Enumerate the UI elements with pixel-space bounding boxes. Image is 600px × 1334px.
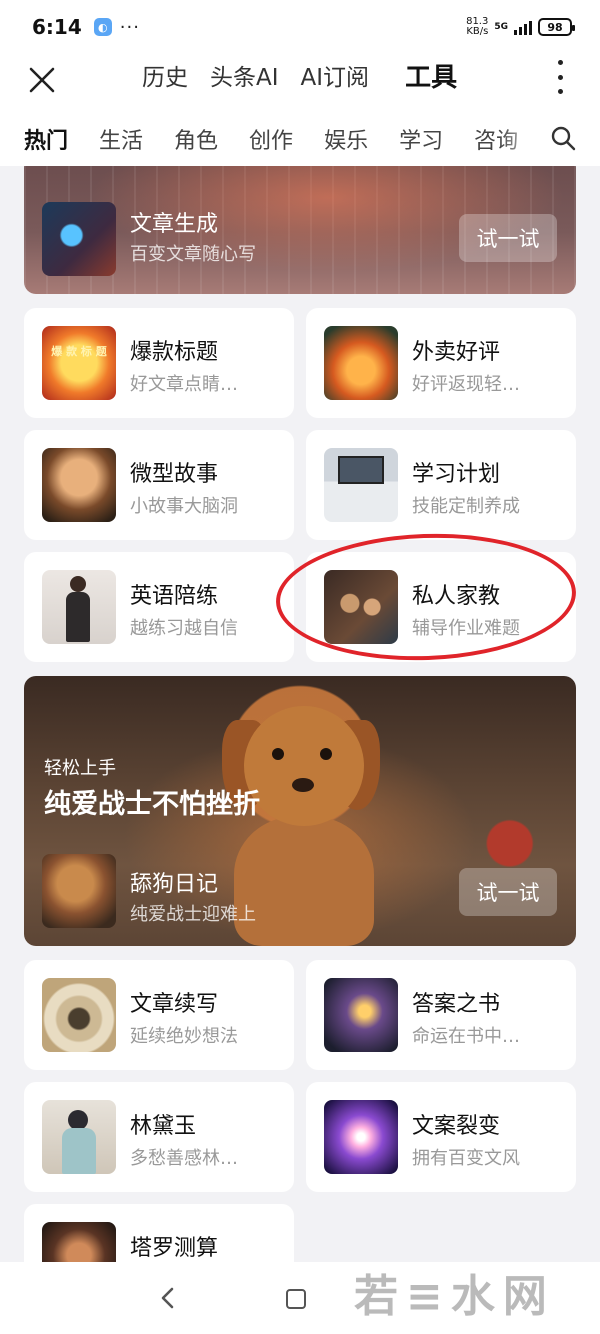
- battery-icon: 98: [538, 18, 575, 36]
- simp-diary-thumb: [42, 854, 116, 928]
- more-options-icon[interactable]: [556, 60, 564, 94]
- tool-card-copy-variation[interactable]: 文案裂变 拥有百变文风: [306, 1082, 576, 1192]
- watermark: 若≡水网: [354, 1271, 555, 1322]
- card-subtitle: 技能定制养成: [412, 496, 520, 517]
- banner-headline: 纯爱战士不怕挫折: [44, 789, 260, 820]
- banner-eyebrow: 轻松上手: [44, 758, 116, 779]
- close-icon[interactable]: [28, 66, 56, 94]
- card-title: 塔罗测算: [130, 1236, 219, 1261]
- status-time: 6:14: [32, 15, 82, 39]
- app-notification-icon: ◐: [93, 18, 112, 36]
- article-continue-thumb: [42, 978, 116, 1052]
- status-bar: 6:14 ◐ ··· 81.3 KB/s 5G 98: [0, 0, 600, 54]
- tool-card-micro-story[interactable]: 微型故事 小故事大脑洞: [24, 430, 294, 540]
- home-icon[interactable]: [286, 1289, 306, 1309]
- card-title: 微型故事: [130, 462, 219, 487]
- book-of-answers-thumb: [324, 978, 398, 1052]
- category-hot[interactable]: 热门: [24, 123, 68, 155]
- tarot-thumb: [42, 1222, 116, 1262]
- search-icon[interactable]: [550, 125, 576, 151]
- viral-title-thumb: 爆 款 标 题: [42, 326, 116, 400]
- category-entertainment[interactable]: 娱乐: [324, 123, 368, 155]
- category-study[interactable]: 学习: [399, 123, 443, 155]
- takeout-review-thumb: [324, 326, 398, 400]
- card-title: 外卖好评: [412, 340, 501, 365]
- tab-toutiao-ai[interactable]: 头条AI: [210, 60, 279, 96]
- tool-card-lin-daiyu[interactable]: 林黛玉 多愁善感林…: [24, 1082, 294, 1192]
- card-subtitle: 命运在书中…: [412, 1026, 520, 1047]
- net-speed: 81.3 KB/s: [466, 16, 489, 37]
- card-title: 英语陪练: [130, 584, 219, 609]
- try-button[interactable]: 试一试: [459, 214, 557, 262]
- card-title: 答案之书: [412, 992, 501, 1017]
- banner-title: 文章生成: [130, 212, 219, 237]
- tab-history[interactable]: 历史: [142, 60, 188, 96]
- card-subtitle: 好评返现轻…: [412, 374, 520, 395]
- dog-illustration: [244, 706, 364, 826]
- banner-title: 舔狗日记: [130, 872, 219, 897]
- copy-variation-thumb: [324, 1100, 398, 1174]
- banner-simp-diary[interactable]: 轻松上手 纯爱战士不怕挫折 舔狗日记 纯爱战士迎难上 试一试: [24, 676, 576, 946]
- lin-daiyu-thumb: [42, 1100, 116, 1174]
- tab-tools[interactable]: 工具: [405, 60, 457, 96]
- tool-card-book-of-answers[interactable]: 答案之书 命运在书中…: [306, 960, 576, 1070]
- category-role[interactable]: 角色: [174, 123, 218, 155]
- study-plan-thumb: [324, 448, 398, 522]
- tab-ai-subscribe[interactable]: AI订阅: [301, 60, 370, 96]
- back-icon[interactable]: [156, 1286, 180, 1310]
- try-button[interactable]: 试一试: [459, 868, 557, 916]
- banner-subtitle: 纯爱战士迎难上: [130, 904, 256, 925]
- card-title: 爆款标题: [130, 340, 219, 365]
- category-life[interactable]: 生活: [99, 123, 143, 155]
- card-title: 文章续写: [130, 992, 219, 1017]
- banner-subtitle: 百变文章随心写: [130, 244, 256, 265]
- network-type: 5G: [494, 21, 508, 32]
- card-subtitle: 拥有百变文风: [412, 1148, 520, 1169]
- category-create[interactable]: 创作: [249, 123, 293, 155]
- top-tabs: 历史 头条AI AI订阅 工具: [142, 60, 479, 96]
- card-title: 林黛玉: [130, 1114, 197, 1139]
- tools-content: 文章生成 百变文章随心写 试一试 爆 款 标 题 爆款标题 好文章点睛… 外卖好…: [0, 166, 600, 1262]
- category-bar: 热门 生活 角色 创作 娱乐 学习 咨询: [0, 112, 600, 166]
- banner-article-generate[interactable]: 文章生成 百变文章随心写 试一试: [24, 166, 576, 294]
- card-subtitle: 越练习越自信: [130, 618, 238, 639]
- micro-story-thumb: [42, 448, 116, 522]
- tool-card-article-continue[interactable]: 文章续写 延续绝妙想法: [24, 960, 294, 1070]
- card-subtitle: 好文章点睛…: [130, 374, 238, 395]
- card-title: 文案裂变: [412, 1114, 501, 1139]
- tool-card-viral-title[interactable]: 爆 款 标 题 爆款标题 好文章点睛…: [24, 308, 294, 418]
- card-subtitle: 多愁善感林…: [130, 1148, 238, 1169]
- tool-card-english-practice[interactable]: 英语陪练 越练习越自信: [24, 552, 294, 662]
- card-title: 学习计划: [412, 462, 501, 487]
- card-subtitle: 延续绝妙想法: [130, 1026, 238, 1047]
- tool-card-study-plan[interactable]: 学习计划 技能定制养成: [306, 430, 576, 540]
- tool-card-takeout-review[interactable]: 外卖好评 好评返现轻…: [306, 308, 576, 418]
- more-notifications-icon: ···: [119, 16, 140, 38]
- card-subtitle: 小故事大脑洞: [130, 496, 238, 517]
- english-practice-thumb: [42, 570, 116, 644]
- tool-card-tarot[interactable]: 塔罗测算: [24, 1204, 294, 1262]
- header: 历史 头条AI AI订阅 工具: [0, 54, 600, 112]
- signal-icon: [514, 19, 532, 35]
- article-generate-thumb: [42, 202, 116, 276]
